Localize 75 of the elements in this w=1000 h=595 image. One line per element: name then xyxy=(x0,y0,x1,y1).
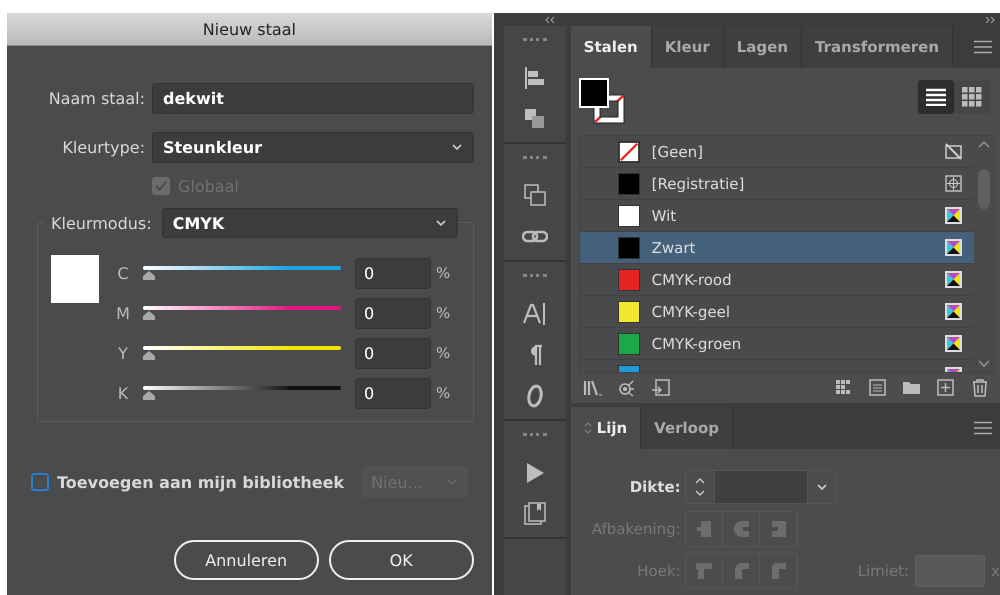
panel-tab[interactable]: Lijn xyxy=(570,407,642,449)
menu-icon[interactable] xyxy=(974,40,992,54)
color-preview xyxy=(51,255,99,303)
field-label: Kleurtype: xyxy=(61,138,146,156)
stepper-icon[interactable] xyxy=(694,476,706,498)
caret-icon xyxy=(450,143,463,151)
caret-icon xyxy=(434,219,447,227)
channel-label: Y xyxy=(117,344,129,362)
swatch-row[interactable]: CMYK-groen xyxy=(580,328,974,360)
value-input-field[interactable]: 0 xyxy=(355,258,431,288)
butt-cap-icon xyxy=(694,520,713,538)
field-label: Naam staal: xyxy=(48,88,146,108)
panel-tab[interactable]: Stalen xyxy=(570,26,652,68)
checkbox-label: Toevoegen aan mijn bibliotheek xyxy=(57,472,344,492)
name-input-field[interactable]: dekwit xyxy=(152,82,474,114)
slider[interactable] xyxy=(143,386,341,400)
swatch-row[interactable]: CMYK-rood xyxy=(580,264,974,296)
swatch-name: CMYK-groen xyxy=(652,334,742,352)
value-input-field[interactable]: 0 xyxy=(355,378,431,408)
new-swatch-icon[interactable] xyxy=(936,378,956,398)
swatch-row[interactable]: [Geen] xyxy=(580,136,974,168)
cancel-button[interactable]: Annuleren xyxy=(174,540,319,580)
expand-icon[interactable] xyxy=(984,16,996,24)
slider[interactable] xyxy=(143,306,341,320)
library-icon[interactable] xyxy=(582,378,603,398)
field-label: Kleurmodus: xyxy=(50,214,153,232)
unit-label: % xyxy=(436,384,450,402)
menu-icon[interactable] xyxy=(974,421,992,435)
swatch-name: [Registratie] xyxy=(652,174,746,192)
ok-button[interactable]: OK xyxy=(328,540,474,580)
channel-label: C xyxy=(116,264,130,282)
swatch-row[interactable]: [Registratie] xyxy=(580,168,974,200)
grid-icon xyxy=(962,87,982,107)
import-icon[interactable] xyxy=(650,378,671,398)
channel-label: K xyxy=(116,384,130,402)
swatch-row[interactable]: Zwart xyxy=(580,232,974,264)
dialog-title: Nieuw staal xyxy=(202,20,296,38)
weight-field[interactable] xyxy=(684,470,837,504)
trash-icon[interactable] xyxy=(970,378,990,398)
bookmark-icon[interactable] xyxy=(522,501,548,527)
slider[interactable] xyxy=(143,266,341,280)
color-theme-icon[interactable] xyxy=(616,378,637,398)
scroll-up-icon[interactable] xyxy=(978,140,990,148)
caret-icon xyxy=(816,483,828,491)
value-input-field[interactable]: 0 xyxy=(355,338,431,368)
swatch-name: Zwart xyxy=(652,238,696,256)
color-type-dropdown[interactable]: Steunkleur xyxy=(152,132,474,162)
fill-stroke-icon[interactable] xyxy=(578,78,627,126)
swatch-name: [Geen] xyxy=(652,142,704,160)
color-mode-dropdown[interactable]: CMYK xyxy=(162,208,458,238)
pages-icon[interactable] xyxy=(522,183,548,209)
swatch-options-icon[interactable] xyxy=(868,378,888,398)
checkmark-icon xyxy=(155,181,167,191)
unit-label: % xyxy=(436,304,450,322)
round-cap-icon xyxy=(732,520,750,538)
swatch-name: CMYK-geel xyxy=(652,302,732,320)
miter-join-icon xyxy=(694,562,713,580)
character-icon[interactable] xyxy=(522,301,548,327)
swatch-row[interactable]: CMYK-geel xyxy=(580,296,974,328)
value-input-field[interactable]: 0 xyxy=(355,298,431,328)
list-view-button[interactable] xyxy=(918,80,954,114)
grid-view-button[interactable] xyxy=(954,80,990,114)
slider[interactable] xyxy=(143,346,341,360)
caret-icon xyxy=(446,478,458,486)
swatch-name: CMYK-rood xyxy=(652,270,733,288)
collapse-icon[interactable] xyxy=(544,16,556,24)
stepper-icon xyxy=(584,422,592,434)
swatch-name: Wit xyxy=(652,206,678,224)
list-icon xyxy=(926,88,946,106)
unit-label: % xyxy=(436,264,450,282)
checkbox[interactable] xyxy=(31,473,49,491)
channel-label: M xyxy=(115,304,131,322)
scroll-down-icon[interactable] xyxy=(978,360,990,368)
field-label: Dikte: xyxy=(628,478,682,496)
unit-label: % xyxy=(436,344,450,362)
